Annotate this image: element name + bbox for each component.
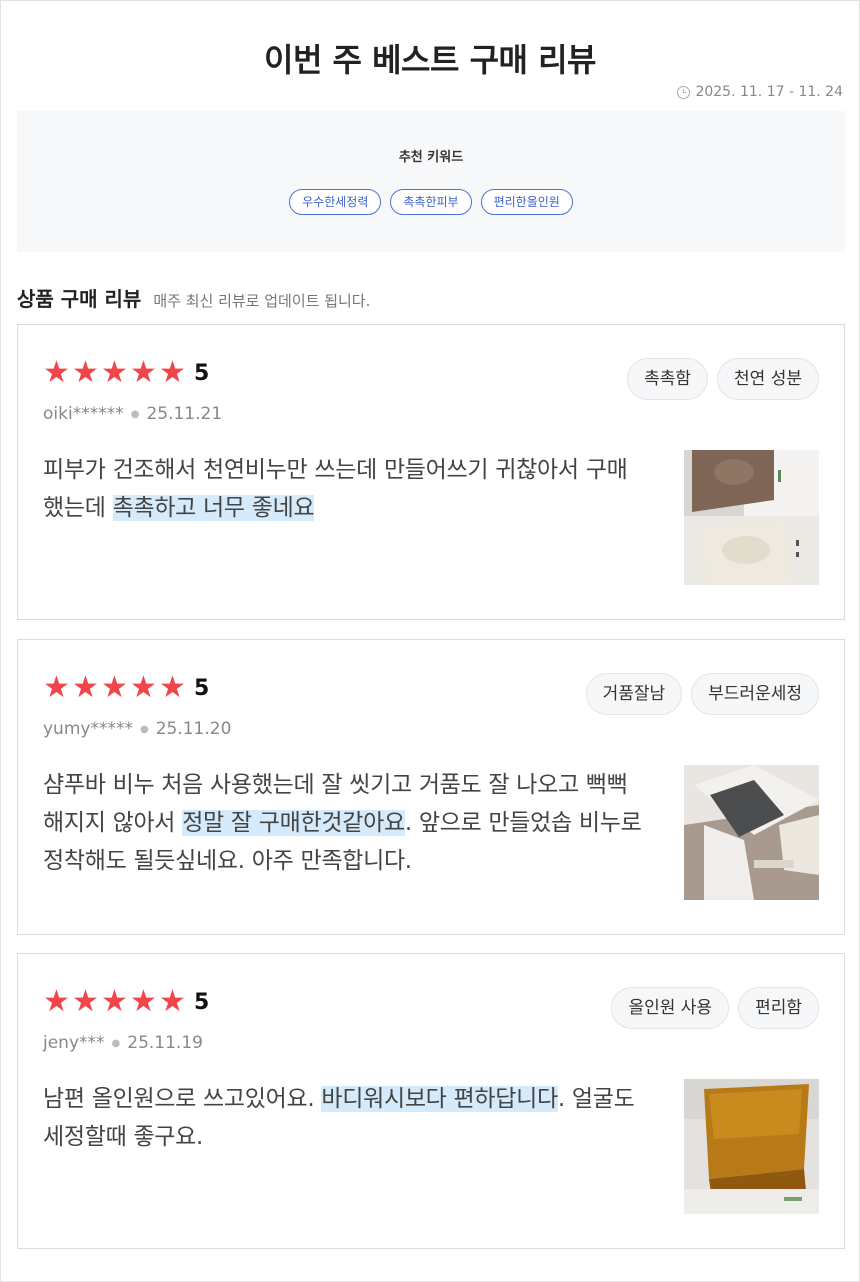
date-range: 2025. 11. 17 - 11. 24 [677, 84, 843, 100]
star-icon: ★ [130, 355, 157, 390]
review-tags: 올인원 사용 편리함 [611, 987, 819, 1029]
review-tag: 촉촉함 [627, 358, 709, 400]
star-rating: ★ ★ ★ ★ ★ 5 [43, 358, 209, 388]
soap-photo-icon [684, 1079, 819, 1214]
reviewer-id: jeny*** [43, 1033, 105, 1053]
review-text-highlight: 촉촉하고 너무 좋네요 [112, 495, 315, 521]
review-section-header: 상품 구매 리뷰 매주 최신 리뷰로 업데이트 됩니다. [17, 283, 370, 312]
review-card: ★ ★ ★ ★ ★ 5 jeny*** ● 25.11.19 올인원 사용 편리… [17, 953, 845, 1249]
star-icon: ★ [159, 355, 186, 390]
reviewer-id: yumy***** [43, 719, 133, 739]
review-text-highlight: 정말 잘 구매한것같아요 [182, 810, 405, 836]
review-tag: 편리함 [738, 987, 819, 1029]
rating-score: 5 [194, 989, 210, 1015]
review-photo-thumbnail[interactable] [684, 1079, 819, 1214]
star-icon: ★ [101, 355, 128, 390]
review-date: 25.11.19 [127, 1033, 203, 1053]
keyword-chip[interactable]: 편리한올인원 [480, 189, 573, 215]
star-icon: ★ [43, 670, 70, 705]
review-tag: 부드러운세정 [691, 673, 819, 715]
review-tags: 촉촉함 천연 성분 [627, 358, 819, 400]
section-title: 상품 구매 리뷰 [17, 287, 142, 311]
date-range-text: 2025. 11. 17 - 11. 24 [695, 84, 843, 100]
review-text: 남편 올인원으로 쓰고있어요. 바디워시보다 편하답니다. 얼굴도 세정할때 좋… [43, 1080, 643, 1156]
review-meta: oiki****** ● 25.11.21 [43, 404, 222, 424]
keyword-chip[interactable]: 촉촉한피부 [390, 189, 472, 215]
review-meta: yumy***** ● 25.11.20 [43, 719, 231, 739]
review-photo-thumbnail[interactable] [684, 450, 819, 585]
keyword-chip-list: 우수한세정력 촉촉한피부 편리한올인원 [17, 189, 845, 215]
soap-photo-icon [684, 765, 819, 900]
star-icon: ★ [130, 670, 157, 705]
star-icon: ★ [72, 355, 99, 390]
rating-score: 5 [194, 675, 210, 701]
review-tag: 올인원 사용 [611, 987, 730, 1029]
review-tag: 천연 성분 [717, 358, 819, 400]
star-icon: ★ [72, 984, 99, 1019]
page-title: 이번 주 베스트 구매 리뷰 [264, 41, 596, 79]
star-icon: ★ [101, 984, 128, 1019]
review-card: ★ ★ ★ ★ ★ 5 yumy***** ● 25.11.20 거품잘남 부드… [17, 639, 845, 935]
review-text: 피부가 건조해서 천연비누만 쓰는데 만들어쓰기 귀찮아서 구매했는데 촉촉하고… [43, 451, 643, 527]
review-text-highlight: 바디워시보다 편하답니다 [321, 1086, 558, 1112]
review-text: 샴푸바 비누 처음 사용했는데 잘 씻기고 거품도 잘 나오고 뻑뻑해지지 않아… [43, 766, 643, 880]
separator-dot: ● [139, 723, 149, 735]
star-icon: ★ [101, 670, 128, 705]
review-tags: 거품잘남 부드러운세정 [585, 673, 819, 715]
star-rating: ★ ★ ★ ★ ★ 5 [43, 673, 209, 703]
star-icon: ★ [72, 670, 99, 705]
section-description: 매주 최신 리뷰로 업데이트 됩니다. [153, 292, 371, 310]
star-icon: ★ [159, 670, 186, 705]
review-card: ★ ★ ★ ★ ★ 5 oiki****** ● 25.11.21 촉촉함 천연… [17, 324, 845, 620]
star-icon: ★ [130, 984, 157, 1019]
review-tag: 거품잘남 [585, 673, 683, 715]
star-icon: ★ [43, 355, 70, 390]
separator-dot: ● [130, 408, 140, 420]
review-date: 25.11.21 [146, 404, 223, 424]
keyword-chip[interactable]: 우수한세정력 [289, 189, 382, 215]
reviewer-id: oiki****** [43, 404, 124, 424]
soap-photo-icon [684, 450, 819, 585]
clock-icon [677, 85, 691, 99]
review-date: 25.11.20 [155, 719, 232, 739]
keywords-title: 추천 키워드 [398, 150, 464, 165]
review-meta: jeny*** ● 25.11.19 [43, 1033, 203, 1053]
review-photo-thumbnail[interactable] [684, 765, 819, 900]
rating-score: 5 [194, 360, 210, 386]
star-rating: ★ ★ ★ ★ ★ 5 [43, 987, 209, 1017]
star-icon: ★ [159, 984, 186, 1019]
star-icon: ★ [43, 984, 70, 1019]
separator-dot: ● [111, 1037, 121, 1049]
review-text-plain: 남편 올인원으로 쓰고있어요. [43, 1086, 322, 1112]
recommended-keywords-panel: 추천 키워드 우수한세정력 촉촉한피부 편리한올인원 [17, 111, 845, 252]
